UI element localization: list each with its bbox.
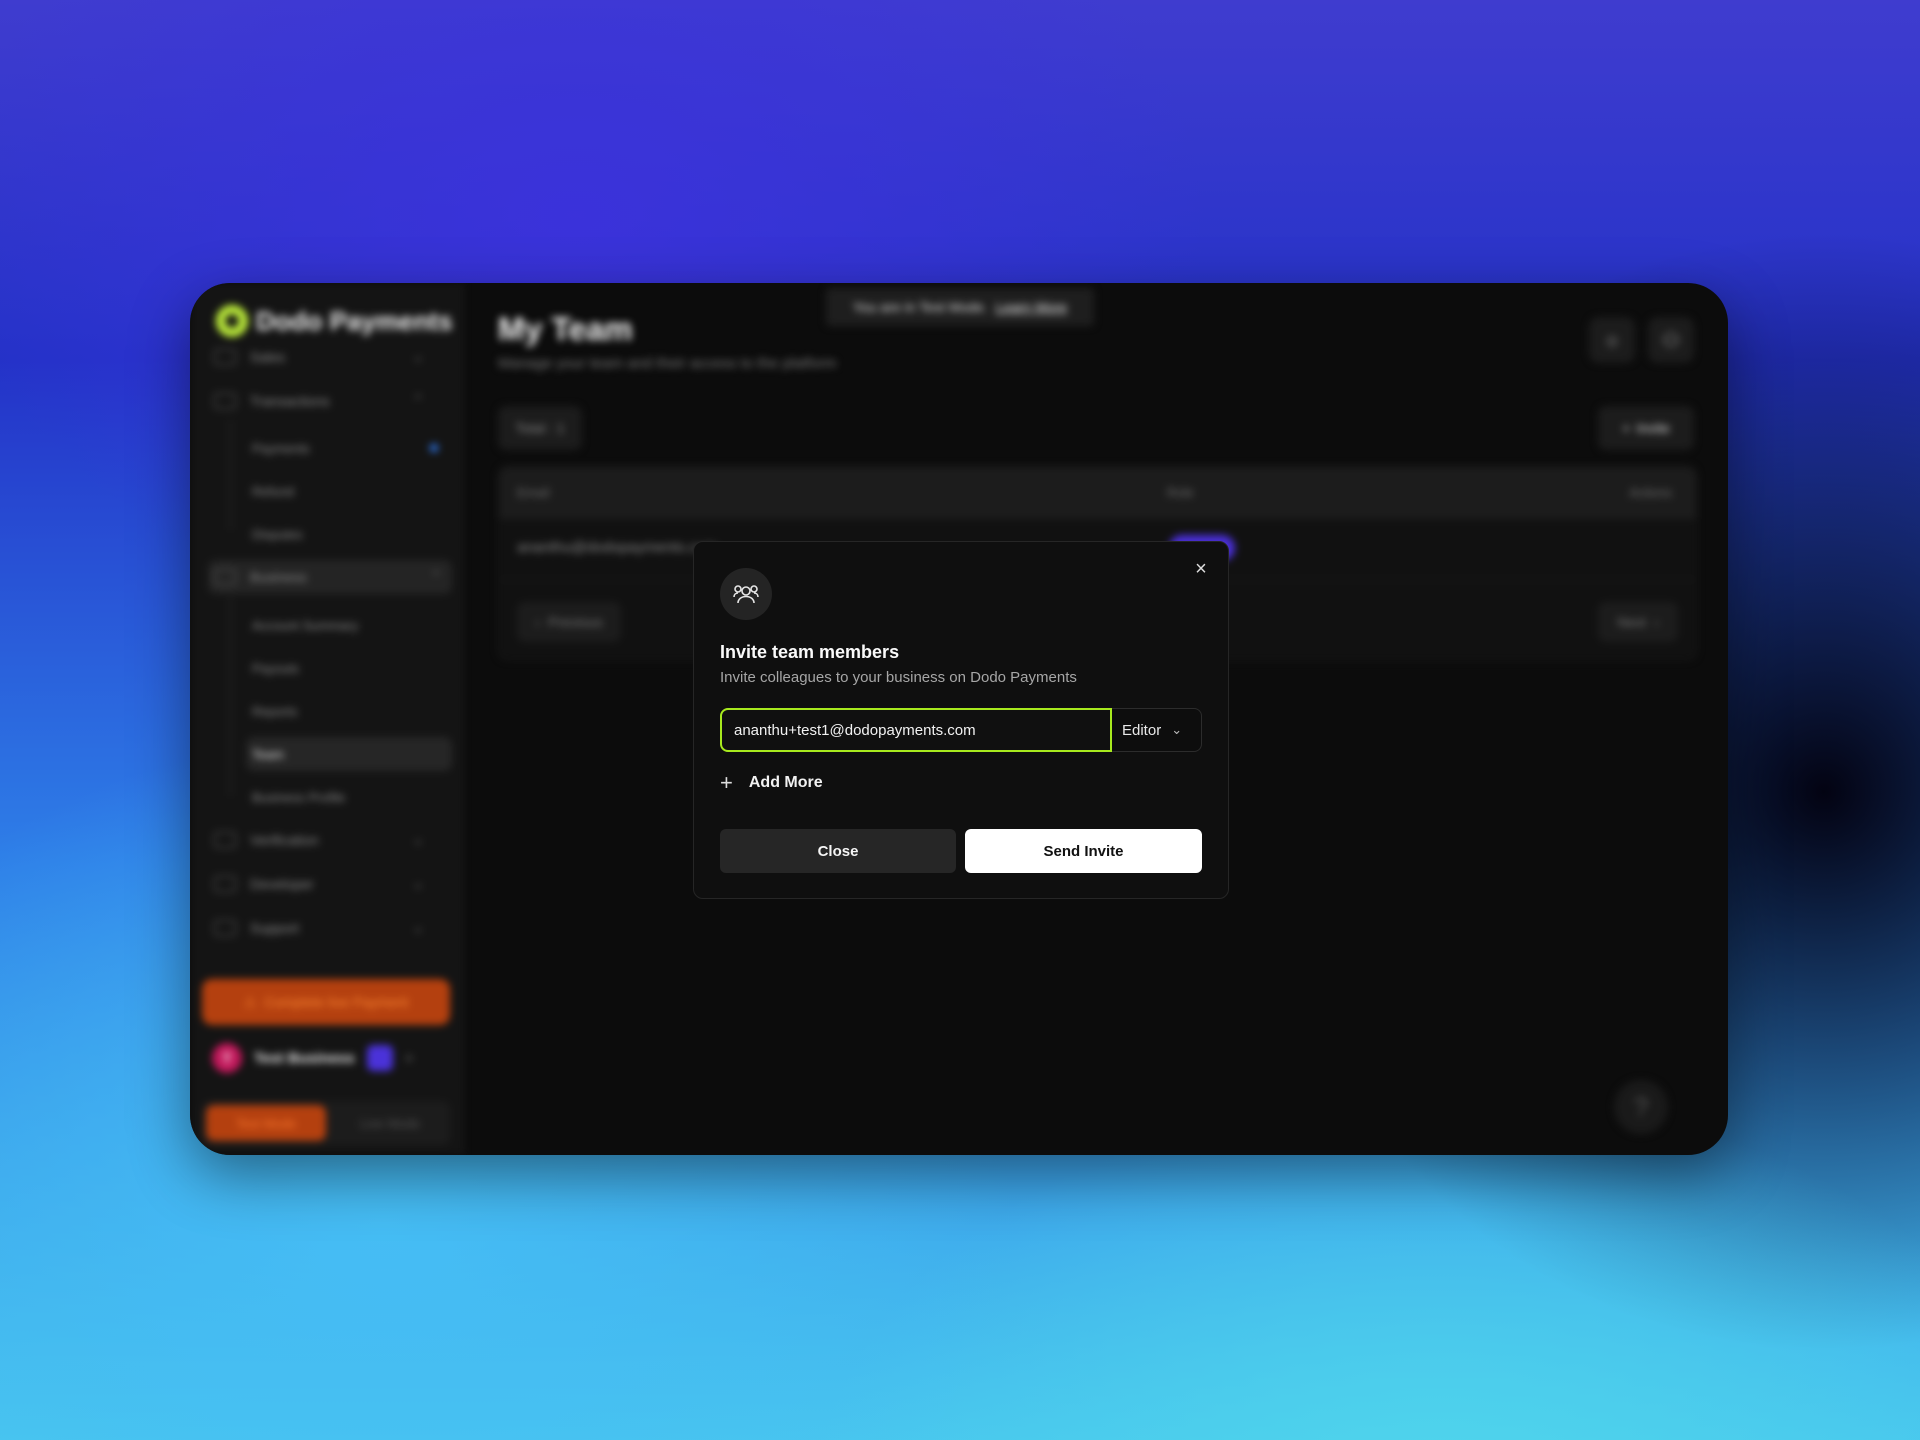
- sidebar-item-payouts[interactable]: Payouts: [252, 651, 444, 685]
- chevron-up-icon: ⌃: [430, 568, 442, 584]
- modal-subtitle: Invite colleagues to your business on Do…: [720, 669, 1077, 686]
- chevron-right-icon: ›: [1654, 614, 1659, 630]
- test-mode-banner: You are in Test Mode. Learn More: [826, 288, 1094, 326]
- close-button[interactable]: Close: [720, 829, 956, 873]
- sidebar-item-business-profile[interactable]: Business Profile: [252, 780, 444, 814]
- tree-line: [230, 596, 231, 796]
- sidebar-item-transactions[interactable]: Transactions ⌃: [214, 384, 434, 418]
- sidebar-item-business[interactable]: Business ⌃: [208, 560, 452, 594]
- invite-modal: × Invite team members Invite colleagues …: [693, 541, 1229, 899]
- chevron-left-icon: ‹: [535, 614, 541, 630]
- column-actions: Actions: [1629, 485, 1672, 500]
- brand-name: Dodo Payments: [256, 305, 453, 336]
- plus-icon: +: [720, 770, 733, 795]
- invite-field-row: Editor ⌄: [720, 708, 1202, 752]
- sidebar-item-team[interactable]: Team: [246, 737, 452, 771]
- table-header: Email Role Actions: [499, 467, 1696, 519]
- sidebar-item-reports[interactable]: Reports: [252, 694, 444, 728]
- question-icon: ?: [1633, 1091, 1649, 1122]
- page-title: My Team: [498, 311, 633, 347]
- sidebar: Dodo Payments Sales ⌄ Transactions ⌃ Pay…: [190, 283, 463, 1155]
- wallet-icon: [214, 349, 236, 365]
- total-count: Total : 1: [498, 406, 582, 450]
- email-input[interactable]: [720, 708, 1112, 752]
- sidebar-item-account-summary[interactable]: Account Summary: [252, 608, 444, 642]
- sidebar-item-payments[interactable]: Payments: [252, 431, 444, 465]
- sun-icon: ☼: [1602, 328, 1622, 351]
- previous-button[interactable]: ‹ Previous: [517, 602, 621, 642]
- sidebar-item-refund[interactable]: Refund: [252, 474, 444, 508]
- users-icon: [720, 568, 772, 620]
- chevron-down-icon: ⌄: [412, 348, 424, 364]
- business-badge-icon: [366, 1045, 393, 1071]
- theme-toggle-button[interactable]: ☼: [1589, 317, 1635, 363]
- warning-icon: ⚠: [243, 993, 265, 1010]
- add-business-icon[interactable]: +: [405, 1050, 414, 1067]
- page-subtitle: Manage your team and their access to the…: [498, 355, 837, 372]
- brand-logo[interactable]: Dodo Payments: [216, 305, 453, 337]
- column-email: Email: [517, 485, 550, 500]
- terminal-icon: [214, 876, 236, 892]
- notification-dot: [430, 444, 438, 452]
- role-select-value: Editor: [1122, 721, 1162, 739]
- transactions-icon: [214, 393, 236, 409]
- chevron-down-icon: ⌄: [412, 831, 424, 847]
- learn-more-link[interactable]: Learn More: [996, 299, 1068, 315]
- modal-title: Invite team members: [720, 642, 900, 662]
- user-icon: ⚇: [1662, 329, 1680, 352]
- invite-button[interactable]: + Invite: [1598, 406, 1694, 450]
- close-icon[interactable]: ×: [1192, 559, 1210, 579]
- sidebar-item-verification[interactable]: Verification ⌄: [214, 823, 434, 857]
- sidebar-item-developer[interactable]: Developer ⌄: [214, 867, 434, 901]
- add-more-button[interactable]: + Add More: [720, 770, 823, 796]
- role-select[interactable]: Editor ⌄: [1112, 708, 1202, 752]
- member-email: ananthu@dodopayments.com: [517, 539, 718, 556]
- store-icon: [214, 569, 236, 585]
- send-invite-button[interactable]: Send Invite: [965, 829, 1202, 873]
- globe-icon: [214, 920, 236, 936]
- next-button[interactable]: Next ›: [1598, 602, 1678, 642]
- test-mode-tab[interactable]: Test Mode: [206, 1105, 326, 1141]
- column-role: Role: [1167, 485, 1194, 500]
- logo-icon: [216, 305, 248, 337]
- chevron-down-icon: ⌄: [412, 919, 424, 935]
- avatar: T: [212, 1043, 242, 1073]
- chevron-down-icon: ⌄: [412, 875, 424, 891]
- chevron-down-icon: ⌄: [1171, 722, 1183, 737]
- tree-line: [230, 420, 231, 530]
- mode-toggle: Test Mode Live Mode: [202, 1101, 450, 1145]
- live-mode-tab[interactable]: Live Mode: [330, 1101, 450, 1145]
- profile-button[interactable]: ⚇: [1648, 317, 1694, 363]
- business-name: Test Business: [254, 1049, 355, 1067]
- sidebar-item-support[interactable]: Support ⌄: [214, 911, 434, 945]
- complete-live-payment-button[interactable]: ⚠ Complete live Payment: [202, 979, 450, 1025]
- chevron-up-icon: ⌃: [412, 392, 424, 408]
- check-circle-icon: [214, 832, 236, 848]
- plus-icon: +: [1622, 420, 1631, 436]
- sidebar-item-sales[interactable]: Sales ⌄: [214, 340, 434, 374]
- business-switcher[interactable]: T Test Business +: [212, 1043, 413, 1073]
- sidebar-item-disputes[interactable]: Disputes: [252, 517, 444, 551]
- help-button[interactable]: ?: [1614, 1080, 1668, 1134]
